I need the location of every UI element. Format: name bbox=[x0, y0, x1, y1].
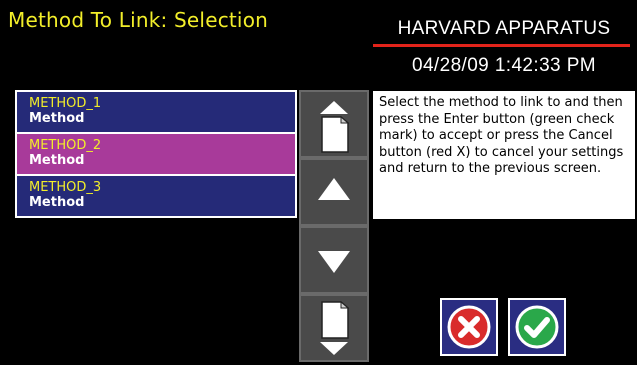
brand-divider bbox=[373, 44, 630, 47]
red-x-icon bbox=[447, 305, 491, 349]
screen: Method To Link: Selection HARVARD APPARA… bbox=[0, 0, 637, 365]
brand-name: HARVARD APPARATUS bbox=[397, 18, 611, 39]
page-up-button[interactable] bbox=[299, 90, 369, 158]
method-name: METHOD_1 bbox=[29, 96, 102, 111]
page-down-button[interactable] bbox=[299, 294, 369, 362]
cancel-button[interactable] bbox=[440, 298, 498, 356]
arrow-down-icon bbox=[318, 251, 350, 273]
page-title: Method To Link: Selection bbox=[8, 8, 268, 32]
method-name: METHOD_3 bbox=[29, 180, 102, 195]
method-list-item-3[interactable]: METHOD_3 Method bbox=[15, 174, 297, 218]
green-check-icon bbox=[515, 305, 559, 349]
method-name: METHOD_2 bbox=[29, 138, 102, 153]
method-type: Method bbox=[29, 153, 85, 168]
method-type: Method bbox=[29, 111, 85, 126]
method-type: Method bbox=[29, 195, 85, 210]
help-text: Select the method to link to and then pr… bbox=[373, 91, 635, 219]
method-list: METHOD_1 Method METHOD_2 Method METHOD_3… bbox=[15, 90, 297, 218]
date-time: 04/28/09 1:42:33 PM bbox=[411, 55, 596, 76]
scroll-up-button[interactable] bbox=[299, 158, 369, 226]
enter-button[interactable] bbox=[508, 298, 566, 356]
arrow-up-icon bbox=[318, 178, 350, 200]
method-list-item-2[interactable]: METHOD_2 Method bbox=[15, 132, 297, 174]
method-list-item-1[interactable]: METHOD_1 Method bbox=[15, 90, 297, 132]
scroll-down-button[interactable] bbox=[299, 226, 369, 294]
page-down-icon bbox=[320, 300, 350, 355]
page-up-icon bbox=[320, 101, 350, 153]
